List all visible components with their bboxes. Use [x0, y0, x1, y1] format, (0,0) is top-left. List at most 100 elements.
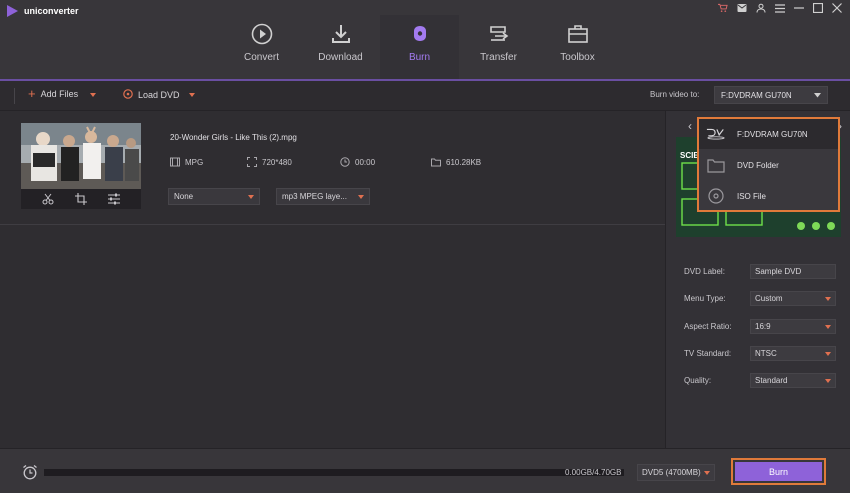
file-size-value: 610.28KB	[446, 157, 482, 167]
dvd-icon	[706, 126, 726, 142]
adjust-icon[interactable]	[108, 193, 120, 205]
folder-icon	[431, 157, 441, 167]
menu-type-value: Custom	[755, 294, 783, 303]
menu-icon[interactable]	[775, 3, 785, 13]
quality-row: Quality: Standard	[684, 373, 836, 388]
tab-transfer[interactable]: Transfer	[459, 15, 538, 80]
add-files-label: Add Files	[40, 89, 79, 99]
file-format-value: MPG	[185, 157, 204, 167]
burn-button-highlight: Burn	[731, 458, 826, 485]
load-dvd-button[interactable]: Load DVD	[123, 89, 180, 101]
resolution-icon	[247, 157, 257, 167]
chevron-left-icon[interactable]: ‹	[688, 119, 692, 133]
plus-icon: +	[28, 86, 36, 101]
file-duration: 00:00	[340, 157, 375, 167]
dvd-disc-icon	[123, 89, 133, 101]
tab-burn[interactable]: Burn	[380, 15, 459, 82]
title-bar: uniconverter Convert Download Burn Trans…	[0, 0, 850, 82]
scissors-icon[interactable]	[42, 193, 54, 205]
quality-select[interactable]: Standard	[750, 373, 836, 388]
disc-capacity-bar	[44, 469, 624, 476]
chevron-down-icon	[825, 296, 831, 301]
burn-video-to-label: Burn video to:	[650, 90, 700, 99]
chevron-down-icon	[825, 351, 831, 356]
aspect-ratio-label: Aspect Ratio:	[684, 322, 732, 331]
file-row[interactable]: 20-Wonder Girls - Like This (2).mpg MPG …	[0, 111, 665, 225]
tab-download[interactable]: Download	[301, 15, 380, 80]
burn-button[interactable]: Burn	[735, 462, 822, 481]
video-thumbnail[interactable]	[21, 123, 141, 189]
disc-type-value: DVD5 (4700MB)	[642, 468, 701, 477]
app-title: uniconverter	[24, 6, 79, 16]
burn-target-dropdown: F:DVDRAM GU70N DVD Folder ISO File	[697, 117, 840, 212]
tv-standard-row: TV Standard: NTSC	[684, 346, 836, 361]
audio-track-value: mp3 MPEG laye...	[282, 192, 347, 201]
chevron-down-icon	[825, 378, 831, 383]
quality-label: Quality:	[684, 376, 712, 385]
tv-standard-select[interactable]: NTSC	[750, 346, 836, 361]
aspect-ratio-select[interactable]: 16:9	[750, 319, 836, 334]
audio-track-select[interactable]: mp3 MPEG laye...	[276, 188, 370, 205]
tab-download-label: Download	[318, 52, 363, 63]
add-files-dropdown[interactable]	[90, 93, 96, 97]
menu-type-label: Menu Type:	[684, 294, 726, 303]
main-nav: Convert Download Burn Transfer Toolbox	[222, 15, 617, 82]
app-logo: uniconverter	[7, 5, 79, 17]
tab-transfer-label: Transfer	[480, 52, 517, 63]
aspect-ratio-row: Aspect Ratio: 16:9	[684, 319, 836, 334]
tab-convert-label: Convert	[243, 52, 279, 63]
iso-disc-icon	[706, 188, 726, 204]
film-icon	[170, 157, 180, 167]
dvd-label-row: DVD Label: Sample DVD	[684, 264, 836, 279]
chevron-down-icon	[189, 93, 195, 97]
burn-target-select[interactable]: F:DVDRAM GU70N	[714, 86, 828, 104]
menu-type-select[interactable]: Custom	[750, 291, 836, 306]
quality-value: Standard	[755, 376, 788, 385]
chevron-down-icon	[90, 93, 96, 97]
chevron-down-icon	[248, 194, 254, 199]
minimize-icon[interactable]	[794, 3, 804, 13]
subtitle-select[interactable]: None	[168, 188, 260, 205]
disc-capacity-text: 0.00GB/4.70GB	[565, 468, 622, 477]
tab-burn-label: Burn	[408, 52, 431, 63]
thumbnail-toolbar	[21, 189, 141, 209]
file-name: 20-Wonder Girls - Like This (2).mpg	[170, 133, 297, 142]
tab-toolbox-label: Toolbox	[560, 52, 595, 63]
file-resolution: 720*480	[247, 157, 292, 167]
dropdown-item-iso-file[interactable]: ISO File	[699, 181, 838, 211]
tab-convert[interactable]: Convert	[222, 15, 301, 80]
disc-type-select[interactable]: DVD5 (4700MB)	[637, 464, 715, 481]
tv-standard-value: NTSC	[755, 349, 777, 358]
maximize-icon[interactable]	[813, 3, 823, 13]
alarm-clock-icon[interactable]	[22, 464, 38, 480]
crop-icon[interactable]	[75, 193, 87, 205]
close-icon[interactable]	[832, 3, 842, 13]
load-dvd-label: Load DVD	[138, 90, 180, 100]
logo-icon	[7, 5, 18, 17]
disc-burn-icon	[409, 23, 431, 45]
cart-icon[interactable]	[718, 3, 728, 13]
tab-toolbox[interactable]: Toolbox	[538, 15, 617, 80]
chevron-down-icon	[814, 91, 821, 100]
file-resolution-value: 720*480	[262, 157, 292, 167]
subtitle-value: None	[174, 192, 194, 201]
download-icon	[330, 23, 352, 45]
file-duration-value: 00:00	[355, 157, 376, 167]
message-icon[interactable]	[737, 3, 747, 13]
file-list: 20-Wonder Girls - Like This (2).mpg MPG …	[0, 111, 665, 448]
folder-icon	[706, 157, 726, 173]
menu-type-row: Menu Type: Custom	[684, 291, 836, 306]
window-controls	[718, 3, 842, 13]
file-size: 610.28KB	[431, 157, 481, 167]
dropdown-item-dvd-folder[interactable]: DVD Folder	[699, 150, 838, 180]
account-icon[interactable]	[756, 3, 766, 13]
toolbox-icon	[567, 23, 589, 45]
play-circle-icon	[251, 23, 273, 45]
dropdown-item-dvd-drive[interactable]: F:DVDRAM GU70N	[699, 119, 838, 149]
bottom-bar: 0.00GB/4.70GB DVD5 (4700MB) Burn	[0, 448, 850, 493]
preview-title-text: SCIE	[680, 151, 699, 160]
dvd-label-input[interactable]: Sample DVD	[750, 264, 836, 279]
load-dvd-dropdown[interactable]	[189, 93, 195, 97]
aspect-ratio-value: 16:9	[755, 322, 771, 331]
add-files-button[interactable]: + Add Files	[28, 86, 79, 101]
